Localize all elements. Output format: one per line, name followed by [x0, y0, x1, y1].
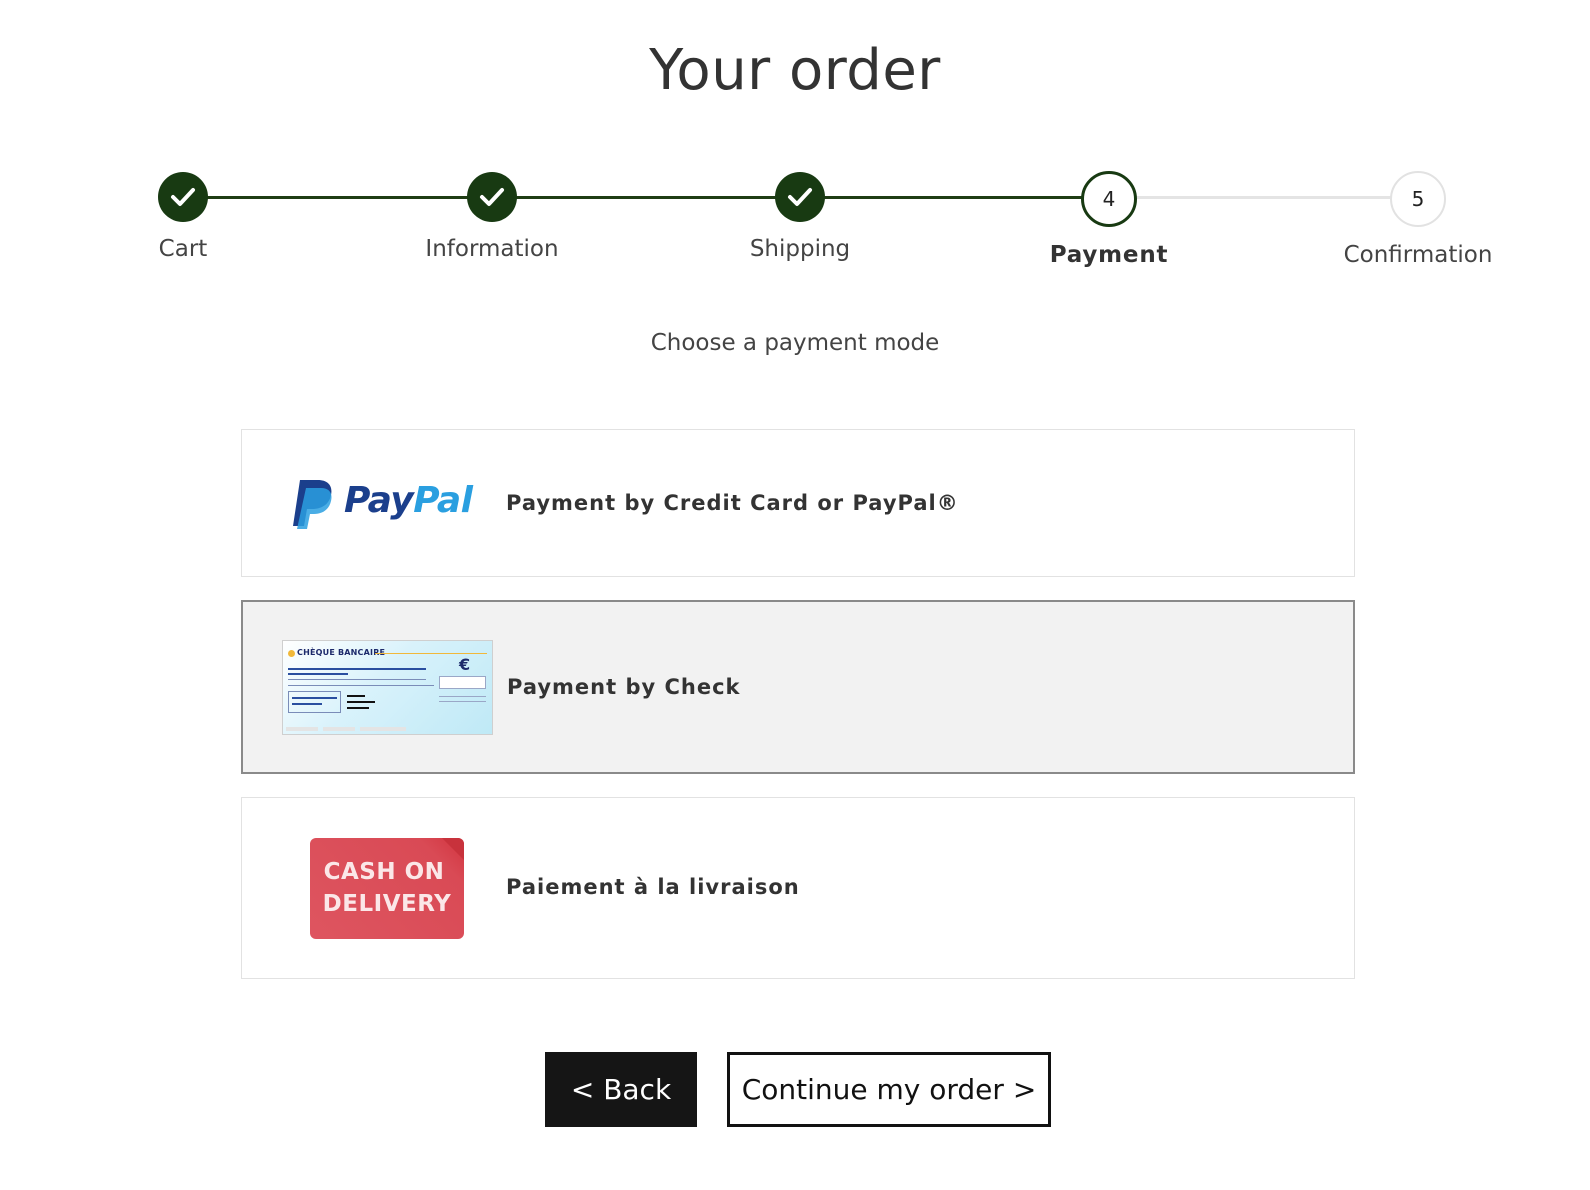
step-label-shipping[interactable]: Shipping	[680, 236, 920, 262]
payment-option-label: Payment by Credit Card or PayPal®	[506, 491, 959, 515]
step-connector	[1113, 196, 1418, 199]
check-heading: CHÈQUE BANCAIRE	[297, 648, 386, 657]
continue-order-button[interactable]: Continue my order >	[727, 1052, 1051, 1127]
paypal-wordmark-pal: Pal	[413, 480, 473, 521]
cod-text-line2: DELIVERY	[322, 891, 452, 917]
coin-icon	[288, 650, 295, 657]
currency-icon: €	[459, 655, 471, 674]
bank-check-image: CHÈQUE BANCAIRE €	[282, 640, 493, 735]
step-shipping-check-icon[interactable]	[775, 172, 825, 222]
step-cart-check-icon[interactable]	[158, 172, 208, 222]
step-connector	[183, 196, 1113, 199]
back-button[interactable]: < Back	[545, 1052, 697, 1127]
payment-option-check[interactable]: CHÈQUE BANCAIRE € Payment by Check	[241, 600, 1355, 774]
cod-text-line1: CASH ON	[323, 859, 445, 885]
payment-option-label: Paiement à la livraison	[506, 875, 800, 899]
step-label-confirmation: Confirmation	[1343, 242, 1493, 268]
paypal-logo: PayPal	[288, 478, 488, 530]
step-information-check-icon[interactable]	[467, 172, 517, 222]
step-label-information[interactable]: Information	[372, 236, 612, 262]
step-payment-number: 4	[1081, 171, 1137, 227]
payment-option-label: Payment by Check	[507, 675, 741, 699]
page-title: Your order	[649, 38, 941, 103]
payment-option-paypal[interactable]: PayPal Payment by Credit Card or PayPal®	[241, 429, 1355, 577]
payment-mode-heading: Choose a payment mode	[650, 330, 940, 356]
step-label-payment: Payment	[1049, 242, 1169, 268]
paypal-wordmark-pay: Pay	[344, 480, 414, 521]
cash-on-delivery-badge: CASH ON DELIVERY	[310, 838, 464, 939]
step-label-cart[interactable]: Cart	[63, 236, 303, 262]
payment-option-cash-on-delivery[interactable]: CASH ON DELIVERY Paiement à la livraison	[241, 797, 1355, 979]
step-confirmation-number: 5	[1390, 171, 1446, 227]
paypal-p-icon	[293, 480, 332, 529]
